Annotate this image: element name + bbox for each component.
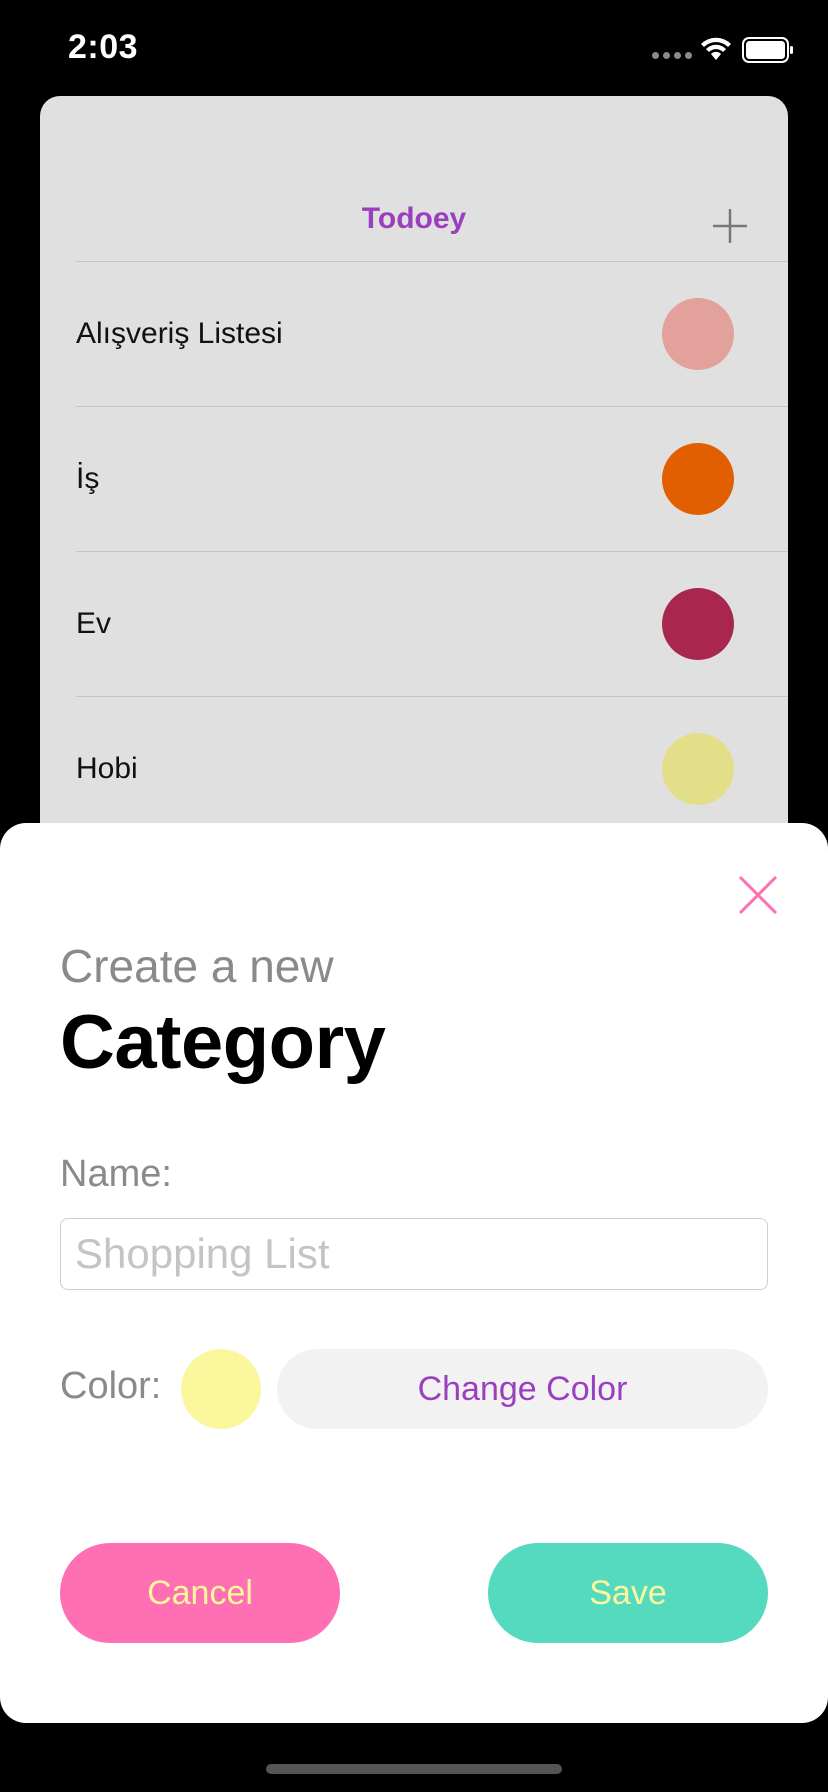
category-color-swatch [662,443,734,515]
category-list: Alışveriş Listesi İş Ev Hobi [76,261,788,841]
battery-icon [742,37,793,63]
category-list-screen: Todoey Alışveriş Listesi İş Ev Hobi [40,96,788,896]
category-label: Alışveriş Listesi [76,317,283,350]
wifi-icon [701,37,731,60]
status-bar: 2:03 [0,0,828,96]
name-label: Name: [60,1153,172,1195]
category-label: İş [76,462,100,495]
add-icon[interactable] [710,206,750,246]
status-time: 2:03 [68,28,139,66]
name-input[interactable] [60,1218,768,1290]
category-row[interactable]: Hobi [76,696,788,841]
cancel-button[interactable]: Cancel [60,1543,340,1643]
new-category-sheet: Create a new Category Name: Color: Chang… [0,823,828,1723]
color-label: Color: [60,1365,162,1407]
close-icon[interactable] [736,873,780,917]
category-color-swatch [662,733,734,805]
category-label: Hobi [76,752,138,785]
selected-color-preview [181,1349,261,1429]
category-row[interactable]: Ev [76,551,788,696]
sheet-subtitle: Create a new [60,940,334,992]
nav-title: Todoey [361,202,467,235]
category-color-swatch [662,588,734,660]
cellular-signal-icon [652,52,692,59]
category-row[interactable]: Alışveriş Listesi [76,261,788,406]
category-color-swatch [662,298,734,370]
save-button[interactable]: Save [488,1543,768,1643]
sheet-title: Category [60,1000,386,1085]
category-label: Ev [76,607,112,640]
home-indicator [266,1764,562,1774]
category-row[interactable]: İş [76,406,788,551]
change-color-button[interactable]: Change Color [277,1349,768,1429]
